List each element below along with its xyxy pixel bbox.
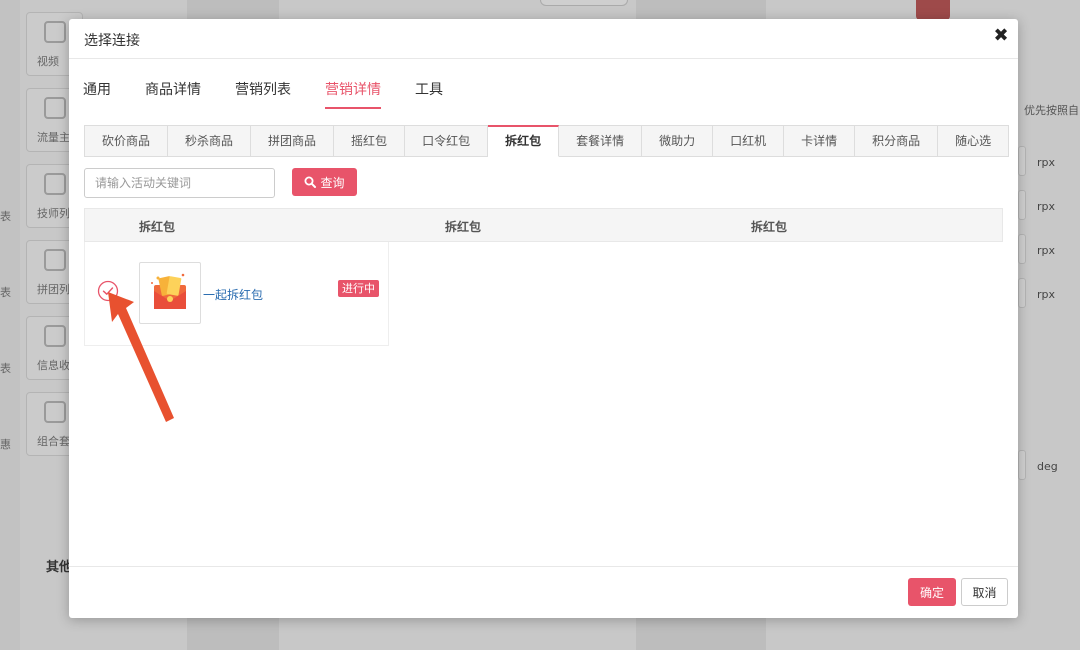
list-item[interactable]: 一起拆红包 进行中 <box>84 242 389 346</box>
bg-tile-label: 组合套 <box>37 435 70 448</box>
bg-input <box>1018 190 1026 220</box>
select-link-dialog: 选择连接 ✖ 通用 商品详情 营销列表 营销详情 工具 砍价商品 秒杀商品 拼团… <box>69 19 1018 618</box>
table-header: 拆红包 拆红包 拆红包 <box>84 208 1003 242</box>
bg-tile-label: 信息收 <box>37 359 70 372</box>
bg-unit: rpx <box>1037 200 1056 213</box>
search-icon <box>304 176 317 188</box>
main-tabs: 通用 商品详情 营销列表 营销详情 工具 <box>83 79 477 109</box>
bg-tile-label: 技师列 <box>37 207 70 220</box>
column-header: 拆红包 <box>445 220 482 234</box>
close-icon[interactable]: ✖ <box>991 26 1011 46</box>
bg-edge-text: 表 <box>0 286 11 299</box>
subtab-password-red-packet[interactable]: 口令红包 <box>405 125 489 157</box>
subtab-group-buy-products[interactable]: 拼团商品 <box>251 125 335 157</box>
bg-tile-label: 流量主 <box>37 131 70 144</box>
technician-icon <box>44 173 66 195</box>
dialog-header: 选择连接 ✖ <box>69 19 1018 59</box>
red-envelope-icon <box>151 273 186 309</box>
tab-tools[interactable]: 工具 <box>415 79 443 109</box>
cancel-button[interactable]: 取消 <box>961 578 1008 606</box>
bg-input <box>1018 234 1026 264</box>
column-header: 拆红包 <box>751 220 788 234</box>
user-icon <box>44 97 66 119</box>
bg-right-label: 优先按照自 <box>1024 104 1079 117</box>
bg-input <box>1018 450 1026 480</box>
search-input[interactable] <box>84 168 275 198</box>
bg-red-badge <box>916 0 950 20</box>
subtab-lipstick-machine[interactable]: 口红机 <box>713 125 785 157</box>
subtab-shake-red-packet[interactable]: 摇红包 <box>334 125 406 157</box>
subtab-free-pick[interactable]: 随心选 <box>938 125 1010 157</box>
bg-edge-text: 表 <box>0 210 11 223</box>
bg-left-strip <box>0 0 20 650</box>
bg-tile-label: 视频 <box>37 55 59 68</box>
dialog-footer: 确定 取消 <box>69 566 1018 618</box>
bg-edge-text: 表 <box>0 362 11 375</box>
video-icon <box>44 21 66 43</box>
subtab-card-detail[interactable]: 卡详情 <box>784 125 856 157</box>
subtab-flash-sale-products[interactable]: 秒杀商品 <box>168 125 252 157</box>
tab-marketing-detail[interactable]: 营销详情 <box>325 79 381 109</box>
sub-tabs: 砍价商品 秒杀商品 拼团商品 摇红包 口令红包 拆红包 套餐详情 微助力 口红机… <box>84 125 1010 157</box>
subtab-micro-boost[interactable]: 微助力 <box>642 125 714 157</box>
subtab-points-products[interactable]: 积分商品 <box>855 125 939 157</box>
bg-unit: deg <box>1037 460 1058 473</box>
bg-unit: rpx <box>1037 288 1056 301</box>
tab-general[interactable]: 通用 <box>83 79 111 109</box>
item-thumbnail <box>139 262 201 324</box>
form-icon <box>44 325 66 347</box>
subtab-open-red-packet[interactable]: 拆红包 <box>488 125 560 157</box>
tab-product-detail[interactable]: 商品详情 <box>145 79 201 109</box>
bg-unit: rpx <box>1037 156 1056 169</box>
column-header: 拆红包 <box>139 220 176 234</box>
bg-edge-text: 惠 <box>0 438 11 451</box>
tab-marketing-list[interactable]: 营销列表 <box>235 79 291 109</box>
bg-top-control <box>540 0 628 6</box>
bg-tile-label: 拼团列 <box>37 283 70 296</box>
bg-input <box>1018 146 1026 176</box>
group-icon <box>44 249 66 271</box>
bg-input <box>1018 278 1026 308</box>
combo-icon <box>44 401 66 423</box>
check-circle-icon[interactable] <box>97 280 119 302</box>
subtab-package-detail[interactable]: 套餐详情 <box>559 125 643 157</box>
search-button-label: 查询 <box>320 175 345 190</box>
subtab-bargain-products[interactable]: 砍价商品 <box>84 125 169 157</box>
search-button[interactable]: 查询 <box>292 168 357 196</box>
bg-unit: rpx <box>1037 244 1056 257</box>
confirm-button[interactable]: 确定 <box>908 578 956 606</box>
status-badge: 进行中 <box>338 280 379 297</box>
item-name-link[interactable]: 一起拆红包 <box>203 286 263 303</box>
dialog-title: 选择连接 <box>84 33 140 49</box>
